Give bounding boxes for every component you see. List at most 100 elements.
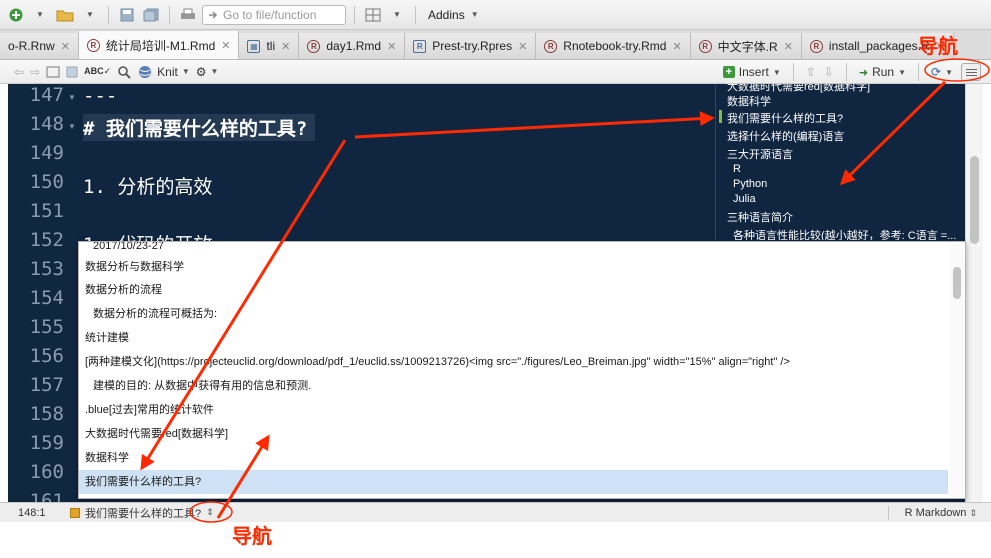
nav-popup-item[interactable]: .blue[过去]常用的统计软件 <box>79 398 948 422</box>
tab-label: Rnotebook-try.Rmd <box>563 39 667 53</box>
next-chunk-icon[interactable]: ⇩ <box>824 65 834 79</box>
new-file-icon[interactable] <box>6 5 26 25</box>
line-number: 147 <box>29 84 64 106</box>
rmd-file-icon: R <box>544 39 558 53</box>
divider <box>169 5 170 24</box>
chevron-down-icon[interactable]: ▼ <box>30 5 50 25</box>
close-icon[interactable]: ✕ <box>518 40 527 53</box>
tab-3[interactable]: Rday1.Rmd ✕ <box>299 33 406 59</box>
forward-arrow-icon[interactable]: ⇨ <box>30 65 40 79</box>
fold-toggle-icon[interactable]: ▼ <box>68 93 76 102</box>
document-outline-button[interactable] <box>961 63 981 81</box>
tab-2[interactable]: ▦ tli ✕ <box>239 33 300 59</box>
tab-5[interactable]: R Rnotebook-try.Rmd ✕ <box>536 33 691 59</box>
save-icon[interactable] <box>117 5 137 25</box>
table-icon: ▦ <box>247 39 261 53</box>
tab-label: day1.Rmd <box>326 39 382 53</box>
divider <box>415 5 416 24</box>
show-in-window-icon[interactable] <box>46 66 60 78</box>
chevron-down-icon[interactable]: ▼ <box>80 5 100 25</box>
section-icon <box>70 507 80 518</box>
outline-item[interactable]: 数据科学 <box>727 93 771 109</box>
rpres-file-icon: R <box>413 39 427 53</box>
editor-scrollbar[interactable] <box>965 84 983 502</box>
rerun-icon[interactable]: ⟳ ▼ <box>931 65 953 79</box>
chevron-down-icon: ▼ <box>772 67 781 77</box>
line-number: 160 <box>29 461 64 483</box>
code-line[interactable]: # 我们需要什么样的工具? <box>83 114 316 141</box>
chevron-down-icon: ▼ <box>898 67 907 77</box>
chevron-down-icon[interactable]: ▼ <box>387 5 407 25</box>
popup-scrollbar[interactable] <box>950 243 964 497</box>
addins-label: Addins <box>428 7 465 22</box>
insert-button[interactable]: + Insert ▼ <box>722 65 781 79</box>
outline-item[interactable]: Python <box>733 178 767 190</box>
save-all-icon[interactable] <box>141 5 161 25</box>
line-number: 148 <box>29 113 64 135</box>
close-icon[interactable]: ✕ <box>784 40 793 53</box>
line-number: 158 <box>29 403 64 425</box>
outline-active-marker <box>719 110 722 123</box>
outline-item[interactable]: 三大开源语言 <box>727 146 793 162</box>
divider <box>845 63 847 81</box>
nav-popup-item[interactable]: 数据分析与数据科学 <box>79 255 948 279</box>
close-icon[interactable]: ✕ <box>387 40 396 53</box>
close-icon[interactable]: ✕ <box>672 40 681 53</box>
divider <box>108 5 109 24</box>
save-icon[interactable] <box>66 66 78 78</box>
nav-popup-item[interactable]: [两种建模文化](https://projecteuclid.org/downl… <box>79 350 948 374</box>
addins-menu[interactable]: Addins ▼ <box>424 8 483 22</box>
outline-item[interactable]: Julia <box>733 193 756 205</box>
tab-6[interactable]: R 中文字体.R ✕ <box>690 33 802 59</box>
grid-layout-icon[interactable] <box>363 5 383 25</box>
line-number: 156 <box>29 345 64 367</box>
search-icon[interactable] <box>117 65 131 79</box>
nav-popup-item[interactable]: 建模的目的: 从数据中获得有用的信息和预测. <box>79 374 948 398</box>
knit-button[interactable]: Knit ▼ <box>137 65 190 79</box>
close-icon[interactable]: ✕ <box>281 40 290 53</box>
divider <box>354 5 355 24</box>
rmd-file-icon: R <box>86 38 100 52</box>
file-type-selector[interactable]: R Markdown ⇕ <box>905 507 977 519</box>
insert-label: Insert <box>738 65 769 79</box>
run-button[interactable]: ➜ Run ▼ <box>859 65 906 79</box>
scrollbar-thumb[interactable] <box>953 267 961 299</box>
up-down-chevron-icon: ⇕ <box>206 507 214 517</box>
nav-popup-item[interactable]: 数据分析的流程 <box>79 278 948 302</box>
outline-item[interactable]: 三种语言简介 <box>727 209 793 225</box>
yarn-ball-icon <box>139 65 152 78</box>
status-bar: 148:1 我们需要什么样的工具? ⇕ R Markdown ⇕ <box>0 502 991 522</box>
tab-0[interactable]: Ro-R.Rnw✕ <box>0 33 79 59</box>
code-line[interactable]: 1. 分析的高效 <box>83 172 212 199</box>
scrollbar-thumb[interactable] <box>970 156 979 244</box>
open-project-icon[interactable] <box>54 5 76 25</box>
editor-toolbar: ⇦ ⇨ ABC✓ Knit ▼ ⚙ ▼ + Insert ▼ ⇧ ⇩ ➜ Run… <box>0 60 991 84</box>
outline-item[interactable]: 各种语言性能比较(越小越好，参考: C语言 =... <box>733 227 956 240</box>
tab-1[interactable]: R 统计局培训-M1.Rmd ✕ <box>78 31 240 59</box>
print-icon[interactable] <box>178 5 198 25</box>
goto-placeholder: Go to file/function <box>223 7 317 22</box>
gear-icon[interactable]: ⚙ ▼ <box>196 65 219 79</box>
outline-item[interactable]: R <box>733 163 741 175</box>
close-icon[interactable]: ✕ <box>61 40 70 53</box>
close-icon[interactable]: ✕ <box>221 39 230 52</box>
nav-popup-item[interactable]: 统计建模 <box>79 326 948 350</box>
code-line[interactable]: --- <box>83 85 117 107</box>
prev-chunk-icon[interactable]: ⇧ <box>806 65 816 79</box>
line-number: 154 <box>29 287 64 309</box>
tab-4[interactable]: R Prest-try.Rpres ✕ <box>405 33 537 59</box>
fold-toggle-icon[interactable]: ▼ <box>68 122 76 131</box>
back-arrow-icon[interactable]: ⇦ <box>14 65 24 79</box>
section-navigator[interactable]: 我们需要什么样的工具? ⇕ <box>70 505 214 521</box>
up-down-chevron-icon: ⇕ <box>969 507 977 518</box>
insert-plus-icon: + <box>722 66 735 78</box>
outline-item[interactable]: 我们需要什么样的工具? <box>727 110 843 126</box>
nav-popup-item[interactable]: 大数据时代需要red[数据科学] <box>79 422 948 446</box>
goto-file-input[interactable]: Go to file/function <box>202 4 346 25</box>
nav-popup-item[interactable]: 数据科学 <box>79 446 948 470</box>
outline-item[interactable]: 选择什么样的(编程)语言 <box>727 128 844 144</box>
nav-popup-item[interactable]: 数据分析的流程可概括为: <box>79 302 948 326</box>
knit-label: Knit <box>157 64 178 79</box>
nav-popup-item[interactable]: 我们需要什么样的工具? <box>79 470 948 494</box>
spellcheck-icon[interactable]: ABC✓ <box>84 66 111 77</box>
